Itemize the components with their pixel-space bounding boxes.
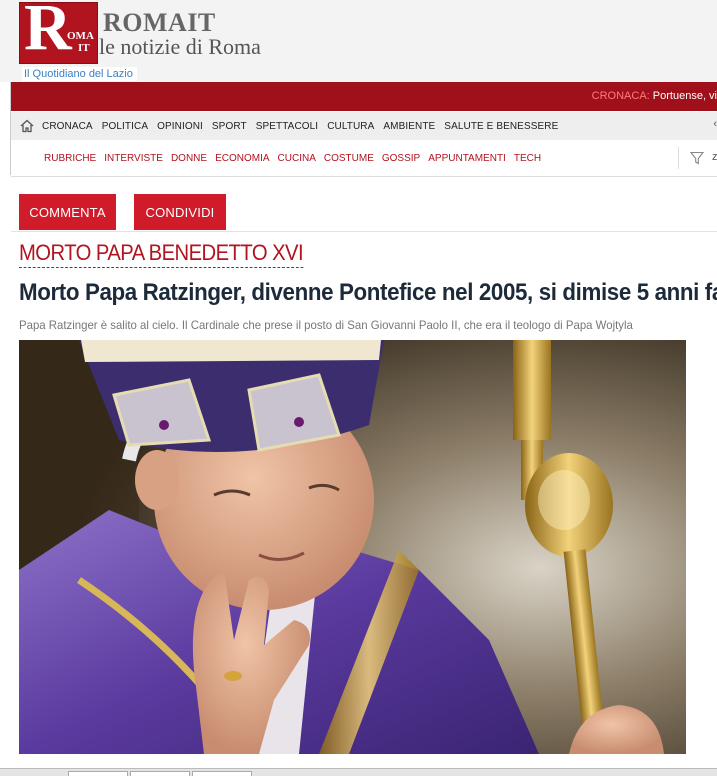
sub-nav: RUBRICHE INTERVISTE DONNE ECONOMIA CUCIN… [11, 140, 717, 177]
logo-letter: R [24, 0, 72, 64]
nav-item-politica[interactable]: POLITICA [102, 121, 148, 132]
subnav-item-costume[interactable]: COSTUME [324, 153, 374, 164]
main-nav-items: CRONACA POLITICA OPINIONI SPORT SPETTACO… [42, 112, 567, 140]
nav-item-sport[interactable]: SPORT [212, 121, 247, 132]
logo-roma-text: OMA [67, 30, 94, 42]
article-kicker[interactable]: MORTO PAPA BENEDETTO XVI [19, 239, 304, 268]
quotidiano-label: Il Quotidiano del Lazio [22, 67, 137, 81]
filter-label[interactable]: z [712, 151, 717, 163]
article-headline: Morto Papa Ratzinger, divenne Pontefice … [19, 279, 717, 306]
comment-button[interactable]: COMMENTA [19, 194, 116, 230]
nav-item-ambiente[interactable]: AMBIENTE [383, 121, 435, 132]
bottom-tab[interactable] [68, 771, 128, 776]
sub-nav-items: RUBRICHE INTERVISTE DONNE ECONOMIA CUCIN… [44, 140, 549, 176]
share-button[interactable]: CONDIVIDI [134, 194, 226, 230]
nav-item-cronaca[interactable]: CRONACA [42, 121, 93, 132]
brand-name: ROMAIT [103, 8, 216, 37]
subnav-item-donne[interactable]: DONNE [171, 153, 207, 164]
bottom-tab[interactable] [130, 771, 190, 776]
filter-icon[interactable] [690, 151, 704, 165]
nav-item-cultura[interactable]: CULTURA [327, 121, 374, 132]
article-photo [19, 340, 686, 754]
subnav-item-tech[interactable]: TECH [514, 153, 541, 164]
brand-tagline: le notizie di Roma [99, 34, 261, 59]
ticker[interactable]: CRONACA: Portuense, vi [592, 90, 717, 102]
nav-item-salute[interactable]: SALUTE E BENESSERE [444, 121, 558, 132]
ticker-text[interactable]: Portuense, vi [653, 90, 717, 102]
article-subtitle: Papa Ratzinger è salito al cielo. Il Car… [19, 318, 633, 332]
subnav-item-interviste[interactable]: INTERVISTE [104, 153, 163, 164]
subnav-item-rubriche[interactable]: RUBRICHE [44, 153, 96, 164]
subnav-item-cucina[interactable]: CUCINA [278, 153, 316, 164]
nav-item-spettacoli[interactable]: SPETTACOLI [256, 121, 319, 132]
home-icon[interactable] [20, 119, 34, 133]
site-logo[interactable]: R OMA IT ROMAIT le notizie di Roma Il Qu… [19, 0, 319, 81]
logo-it-text: IT [78, 42, 90, 54]
ticker-bar: CRONACA: Portuense, vi [11, 82, 717, 111]
divider [11, 231, 717, 232]
subnav-item-economia[interactable]: ECONOMIA [215, 153, 269, 164]
nav-item-opinioni[interactable]: OPINIONI [157, 121, 203, 132]
subnav-divider [678, 147, 679, 169]
ticker-label: CRONACA: [591, 90, 650, 102]
subnav-item-gossip[interactable]: GOSSIP [382, 153, 420, 164]
bottom-tab[interactable] [192, 771, 252, 776]
subnav-item-appuntamenti[interactable]: APPUNTAMENTI [428, 153, 506, 164]
main-nav: CRONACA POLITICA OPINIONI SPORT SPETTACO… [11, 112, 717, 140]
nav-overflow-icon[interactable]: ‹ [713, 118, 717, 130]
logo-mark: R OMA IT [19, 0, 98, 64]
